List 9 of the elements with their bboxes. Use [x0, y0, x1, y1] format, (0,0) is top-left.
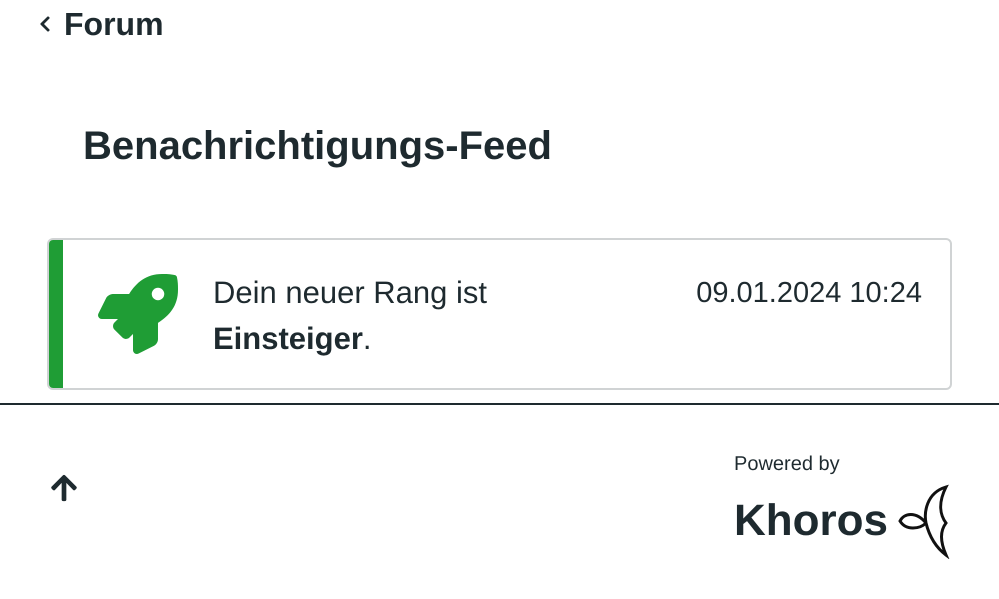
notification-time: 09.01.2024 10:24 [696, 276, 922, 311]
brand-logo: Khoros [734, 483, 952, 559]
powered-by-label: Powered by [734, 452, 840, 477]
arrow-up-icon [49, 473, 79, 503]
page-title: Benachrichtigungs-Feed [83, 123, 552, 170]
back-link[interactable]: Forum [38, 4, 164, 44]
notification-message: Dein neuer Rang ist Einsteiger. [213, 274, 488, 358]
chevron-left-icon [38, 15, 52, 33]
rocket-icon [98, 274, 178, 354]
